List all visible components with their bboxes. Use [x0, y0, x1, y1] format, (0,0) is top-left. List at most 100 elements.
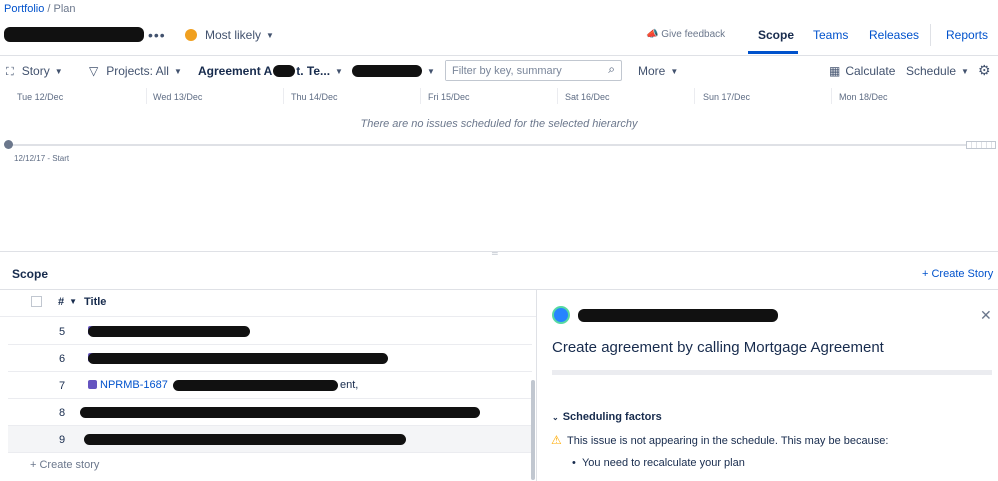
release-filter-dropdown[interactable]: ▼ [352, 64, 435, 78]
redacted-title [173, 380, 338, 391]
close-icon[interactable]: ✕ [980, 307, 992, 324]
column-number-label: # [58, 296, 65, 308]
schedule-dropdown[interactable]: Schedule ▼ [906, 64, 969, 78]
table-row[interactable]: 8 [8, 399, 532, 426]
hierarchy-icon: ⛶ [6, 66, 14, 78]
detail-progress-bar [552, 370, 992, 375]
tab-reports[interactable]: Reports [946, 28, 988, 42]
gear-icon[interactable]: ⚙ [978, 62, 991, 79]
column-header-title: Title [84, 296, 107, 308]
table-row[interactable]: 7 NPRMB-1687 ent, [8, 372, 532, 399]
scope-heading: Scope [12, 267, 49, 281]
splitter-grip-icon[interactable]: ═ [492, 249, 498, 258]
chevron-down-icon: ▼ [69, 297, 78, 306]
timeline-empty-message: There are no issues scheduled for the se… [360, 118, 638, 130]
redacted-title [80, 407, 480, 418]
redacted-title [84, 434, 406, 445]
breadcrumb-portfolio-link[interactable]: Portfolio [4, 3, 44, 15]
chevron-down-icon: ⌄ [552, 413, 559, 422]
breadcrumb-separator: / [44, 3, 54, 15]
timeline-scroll-end[interactable] [966, 141, 996, 149]
chevron-down-icon: ▼ [670, 67, 679, 76]
chevron-down-icon: ▼ [266, 31, 274, 40]
timeline-day-divider [557, 88, 558, 104]
timeline-day-divider [831, 88, 832, 104]
more-label: More [638, 64, 666, 78]
chevron-down-icon: ▼ [335, 67, 343, 76]
row-number: 8 [59, 407, 66, 419]
create-story-inline-button[interactable]: + Create story [30, 459, 99, 471]
more-dropdown[interactable]: More ▼ [638, 64, 678, 78]
timeline-day: Sun 17/Dec [703, 92, 751, 102]
chevron-down-icon: ▼ [173, 67, 182, 76]
scenario-label: Most likely [205, 28, 262, 42]
scheduling-factors-toggle[interactable]: ⌄ Scheduling factors [552, 411, 662, 423]
team-filter-dropdown[interactable]: Agreement A t. Te... ▼ [198, 64, 343, 78]
scheduling-factors-label: Scheduling factors [562, 411, 662, 423]
calculate-label: Calculate [845, 64, 896, 78]
table-scrollbar[interactable] [531, 380, 535, 480]
timeline-day: Sat 16/Dec [565, 92, 610, 102]
timeline-day: Mon 18/Dec [839, 92, 888, 102]
pane-splitter[interactable] [0, 251, 998, 252]
filter-icon: ▽ [89, 64, 99, 78]
timeline-day: Fri 15/Dec [428, 92, 470, 102]
chevron-down-icon: ▼ [427, 67, 435, 76]
release-filter-redacted [352, 65, 422, 77]
timeline-day-divider [420, 88, 421, 104]
warning-reason-text: You need to recalculate your plan [581, 457, 745, 469]
plan-name-redacted [4, 27, 144, 42]
projects-filter-dropdown[interactable]: ▽ Projects: All ▼ [89, 64, 182, 78]
timeline-day: Tue 12/Dec [17, 92, 64, 102]
row-number: 5 [59, 326, 66, 338]
detail-panel-divider [536, 290, 537, 481]
row-number: 6 [59, 353, 66, 365]
hierarchy-dropdown[interactable]: ⛶ Story ▼ [6, 64, 63, 79]
timeline-day-divider [694, 88, 695, 104]
table-header-divider [0, 316, 536, 317]
warning-message: This issue is not appearing in the sched… [567, 435, 889, 447]
breadcrumb: Portfolio / Plan [4, 3, 76, 15]
table-row[interactable]: 6 [8, 345, 532, 372]
timeline-start-handle[interactable] [4, 140, 13, 149]
tab-divider [930, 24, 931, 46]
plan-more-actions-button[interactable]: ••• [148, 27, 166, 43]
story-type-icon [88, 380, 97, 389]
issue-key: NPRMB-1687 [100, 379, 168, 391]
give-feedback-link[interactable]: 📣 Give feedback [646, 29, 725, 40]
give-feedback-label: Give feedback [661, 29, 726, 40]
row-number: 7 [59, 380, 66, 392]
tab-scope[interactable]: Scope [758, 28, 794, 42]
timeline-day: Thu 14/Dec [291, 92, 338, 102]
projects-filter-label: Projects: All [106, 64, 169, 78]
table-row-selected[interactable]: 9 [8, 426, 532, 453]
scope-table-body: 5 6 7 NPRMB-1687 ent, 8 9 [8, 318, 532, 453]
timeline-scroll-track[interactable] [8, 144, 968, 146]
calculate-button[interactable]: ▦ Calculate [829, 64, 895, 78]
tab-teams[interactable]: Teams [813, 28, 848, 42]
select-all-checkbox[interactable] [31, 296, 42, 307]
hierarchy-label: Story [21, 64, 50, 78]
header-divider [0, 55, 998, 56]
table-row[interactable]: 5 [8, 318, 532, 345]
warning-icon: ⚠ [551, 433, 562, 447]
filter-search-input[interactable] [446, 61, 596, 80]
scenario-dropdown[interactable]: Most likely ▼ [205, 28, 274, 42]
timeline-day-divider [283, 88, 284, 104]
issue-key-link[interactable]: NPRMB-1687 [100, 379, 168, 391]
calculator-icon: ▦ [829, 64, 841, 78]
detail-breadcrumb-redacted [578, 309, 778, 322]
row-title-tail: ent, [340, 379, 359, 391]
redacted-title [88, 353, 388, 364]
scope-divider [0, 289, 998, 290]
search-icon[interactable]: ⌕ [608, 62, 615, 77]
detail-issue-title: Create agreement by calling Mortgage Agr… [552, 339, 884, 356]
timeline-start-label: 12/12/17 - Start [14, 154, 70, 163]
megaphone-icon: 📣 [646, 29, 662, 40]
tab-releases[interactable]: Releases [869, 28, 919, 42]
active-tab-indicator [748, 51, 798, 54]
team-filter-redacted [273, 65, 296, 77]
column-header-number[interactable]: # ▼ [58, 296, 77, 308]
chevron-down-icon: ▼ [54, 67, 63, 76]
create-story-button[interactable]: + Create Story [922, 268, 993, 280]
